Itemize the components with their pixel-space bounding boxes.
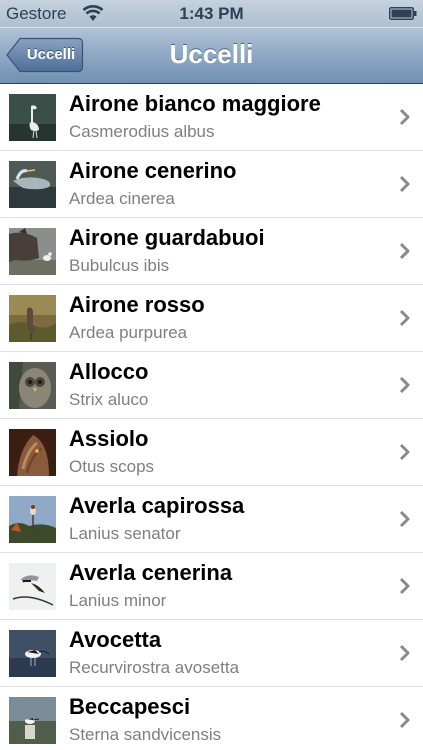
bird-thumbnail — [9, 630, 56, 677]
bird-latin-name: Sterna sandvicensis — [69, 725, 222, 744]
screen: Gestore 1:43 PM Uccelli Uccelli Airone b… — [0, 0, 423, 750]
chevron-right-icon — [399, 644, 410, 662]
bird-latin-name: Otus scops — [69, 457, 155, 476]
bird-latin-name: Lanius minor — [69, 591, 167, 610]
bird-common-name: Allocco — [69, 359, 149, 384]
cattle-egret-photo — [9, 228, 56, 275]
bird-thumbnail — [9, 94, 56, 141]
bird-latin-name: Ardea cinerea — [69, 189, 175, 208]
bird-latin-name: Lanius senator — [69, 524, 181, 543]
list-item[interactable]: Airone rosso Ardea purpurea — [0, 285, 423, 352]
list-item[interactable]: Avocetta Recurvirostra avosetta — [0, 620, 423, 687]
list-item[interactable]: Averla capirossa Lanius senator — [0, 486, 423, 553]
sandwich-tern-photo — [9, 697, 56, 744]
bird-thumbnail — [9, 496, 56, 543]
bird-common-name: Assiolo — [69, 426, 149, 451]
bird-thumbnail — [9, 228, 56, 275]
list-item[interactable]: Beccapesci Sterna sandvicensis — [0, 687, 423, 750]
bird-latin-name: Casmerodius albus — [69, 122, 215, 141]
bird-latin-name: Bubulcus ibis — [69, 256, 170, 275]
bird-common-name: Averla cenerina — [69, 560, 233, 585]
bird-common-name: Airone bianco maggiore — [69, 91, 321, 116]
avocet-photo — [9, 630, 56, 677]
status-bar: Gestore 1:43 PM — [0, 0, 423, 27]
purple-heron-photo — [9, 295, 56, 342]
chevron-right-icon — [399, 108, 410, 126]
woodchat-shrike-photo — [9, 496, 56, 543]
bird-latin-name: Strix aluco — [69, 390, 149, 409]
scops-owl-photo — [9, 429, 56, 476]
page-title: Uccelli — [169, 39, 254, 69]
chevron-right-icon — [399, 711, 410, 729]
bird-common-name: Airone cenerino — [69, 158, 237, 183]
status-time: 1:43 PM — [179, 4, 244, 23]
list-item[interactable]: Airone cenerino Ardea cinerea — [0, 151, 423, 218]
chevron-right-icon — [399, 175, 410, 193]
bird-common-name: Averla capirossa — [69, 493, 245, 518]
grey-heron-photo — [9, 161, 56, 208]
navigation-bar: Uccelli Uccelli — [0, 27, 423, 84]
list-item[interactable]: Averla cenerina Lanius minor — [0, 553, 423, 620]
bird-thumbnail — [9, 362, 56, 409]
chevron-right-icon — [399, 309, 410, 327]
bird-thumbnail — [9, 161, 56, 208]
great-egret-photo — [9, 94, 56, 141]
bird-thumbnail — [9, 295, 56, 342]
battery-icon — [389, 7, 417, 20]
bird-thumbnail — [9, 429, 56, 476]
bird-list: Airone bianco maggiore Casmerodius albus… — [0, 84, 423, 750]
chevron-right-icon — [399, 376, 410, 394]
list-item[interactable]: Airone guardabuoi Bubulcus ibis — [0, 218, 423, 285]
bird-common-name: Airone rosso — [69, 292, 205, 317]
bird-latin-name: Recurvirostra avosetta — [69, 658, 240, 677]
bird-thumbnail — [9, 697, 56, 744]
chevron-right-icon — [399, 510, 410, 528]
chevron-right-icon — [399, 242, 410, 260]
chevron-right-icon — [399, 577, 410, 595]
list-item[interactable]: Assiolo Otus scops — [0, 419, 423, 486]
tawny-owl-photo — [9, 362, 56, 409]
bird-common-name: Avocetta — [69, 627, 162, 652]
bird-common-name: Beccapesci — [69, 694, 191, 719]
list-item[interactable]: Airone bianco maggiore Casmerodius albus — [0, 84, 423, 151]
bird-latin-name: Ardea purpurea — [69, 323, 188, 342]
bird-thumbnail — [9, 563, 56, 610]
list-item[interactable]: Allocco Strix aluco — [0, 352, 423, 419]
lesser-grey-shrike-photo — [9, 563, 56, 610]
bird-common-name: Airone guardabuoi — [69, 225, 265, 250]
chevron-right-icon — [399, 443, 410, 461]
